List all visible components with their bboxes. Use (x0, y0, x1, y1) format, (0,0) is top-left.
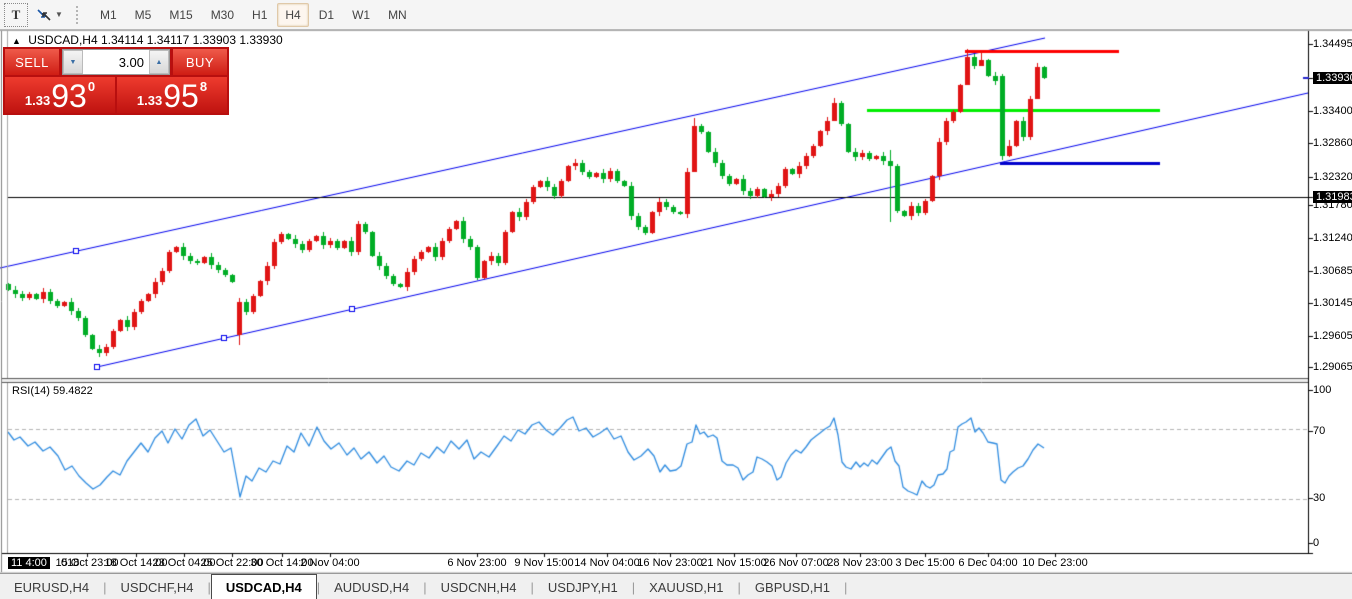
buy-price-box[interactable]: 1.33 95 8 (117, 77, 227, 113)
price-label: 1.34495 (1313, 38, 1352, 50)
timeframe-button-h1[interactable]: H1 (244, 3, 275, 27)
tab-xauusd-h1[interactable]: XAUUSD,H1 (635, 574, 737, 599)
mt4-window: T ▼ M1 M5 M15 M30 H1 H4 D1 W1 MN ▲ USDCAD,H4 1.3… (0, 0, 1352, 599)
volume-spinner: ▼ 3.00 ▲ (62, 49, 170, 75)
tab-audusd-h4[interactable]: AUDUSD,H4 (320, 574, 423, 599)
sell-button[interactable]: SELL (5, 49, 59, 75)
rsi-scale-label: 30 (1313, 492, 1326, 504)
time-label: 6 Dec 04:00 (958, 557, 1018, 569)
text-tool-button[interactable]: T (4, 2, 28, 27)
timeframe-button-m30[interactable]: M30 (203, 3, 242, 27)
rsi-indicator-label: RSI(14) 59.4822 (12, 385, 93, 397)
timeframe-button-h4[interactable]: H4 (277, 2, 309, 27)
price-label: 1.30685 (1313, 265, 1352, 277)
price-label: 1.32320 (1313, 171, 1352, 183)
time-label: 10 Dec 23:00 (1022, 557, 1088, 569)
symbol-period-label: USDCAD,H4 (28, 33, 98, 47)
price-label: 1.31240 (1313, 232, 1352, 244)
toolbar-grip (76, 5, 83, 24)
timeframe-button-m15[interactable]: M15 (161, 3, 200, 27)
buy-price-big: 95 (163, 78, 199, 114)
chart-title: ▲ USDCAD,H4 1.34114 1.34117 1.33903 1.33… (12, 33, 283, 47)
time-label: 14 Nov 04:00 (574, 557, 640, 569)
ohlc-values: 1.34114 1.34117 1.33903 1.33930 (100, 33, 283, 47)
cursor-arrows-icon[interactable]: ▼ (32, 4, 66, 26)
volume-increase-button[interactable]: ▲ (149, 50, 169, 74)
price-label-highlighted: 1.33930 (1313, 72, 1352, 84)
sell-price-box[interactable]: 1.33 93 0 (5, 77, 115, 113)
rsi-scale-label: 100 (1313, 384, 1332, 396)
tab-usdjpy-h1[interactable]: USDJPY,H1 (534, 574, 632, 599)
time-label: 16 Nov 23:00 (637, 557, 703, 569)
price-label: 1.31780 (1313, 199, 1352, 211)
buy-price-sup: 8 (199, 79, 208, 94)
timeframe-button-m1[interactable]: M1 (92, 3, 125, 27)
rsi-value: 59.4822 (52, 385, 93, 397)
tab-usdcnh-h4[interactable]: USDCNH,H4 (427, 574, 531, 599)
tab-usdcad-h4[interactable]: USDCAD,H4 (210, 574, 317, 599)
rsi-scale-label: 0 (1313, 537, 1320, 549)
time-axis-cursor-label: 11 4:00 (8, 557, 50, 569)
timeframe-buttons: M1 M5 M15 M30 H1 H4 D1 W1 MN (91, 2, 416, 27)
time-label: 21 Nov 15:00 (701, 557, 767, 569)
buy-button[interactable]: BUY (173, 49, 227, 75)
time-label: 2 Nov 04:00 (300, 557, 360, 569)
time-label: 6 Nov 23:00 (447, 557, 507, 569)
price-label: 1.29605 (1313, 330, 1352, 342)
timeframe-button-mn[interactable]: MN (380, 3, 415, 27)
volume-decrease-button[interactable]: ▼ (63, 50, 83, 74)
volume-input[interactable]: 3.00 (83, 50, 149, 74)
rsi-scale-label: 70 (1313, 425, 1326, 437)
time-label: 3 Dec 15:00 (895, 557, 955, 569)
time-label: 28 Nov 23:00 (827, 557, 893, 569)
chart-tab-bar: EURUSD,H4 | USDCHF,H4 | USDCAD,H4 | AUDUSD,H4 |… (0, 573, 1352, 599)
timeframe-button-m5[interactable]: M5 (127, 3, 160, 27)
tab-separator: | (844, 579, 848, 595)
sell-price-sup: 0 (87, 79, 96, 94)
sell-price-prefix: 1.33 (24, 93, 51, 108)
tab-eurusd-h4[interactable]: EURUSD,H4 (0, 574, 103, 599)
timeframe-button-w1[interactable]: W1 (344, 3, 378, 27)
collapse-arrow-icon[interactable]: ▲ (12, 36, 21, 46)
tab-usdchf-h4[interactable]: USDCHF,H4 (107, 574, 208, 599)
one-click-trading-panel: SELL ▼ 3.00 ▲ BUY 1.33 93 0 1.33 95 8 (3, 47, 229, 115)
timeframe-button-d1[interactable]: D1 (311, 3, 342, 27)
price-label: 1.33400 (1313, 105, 1352, 117)
dropdown-caret-icon: ▼ (55, 10, 63, 19)
toolbar: T ▼ M1 M5 M15 M30 H1 H4 D1 W1 MN (0, 0, 1352, 30)
price-label: 1.32860 (1313, 137, 1352, 149)
rsi-name: RSI(14) (12, 385, 50, 397)
time-label: 9 Nov 15:00 (514, 557, 574, 569)
buy-price-prefix: 1.33 (136, 93, 163, 108)
price-label: 1.30145 (1313, 297, 1352, 309)
price-label: 1.29065 (1313, 361, 1352, 373)
tab-gbpusd-h1[interactable]: GBPUSD,H1 (741, 574, 844, 599)
sell-price-big: 93 (51, 78, 87, 114)
time-label: 26 Nov 07:00 (763, 557, 829, 569)
